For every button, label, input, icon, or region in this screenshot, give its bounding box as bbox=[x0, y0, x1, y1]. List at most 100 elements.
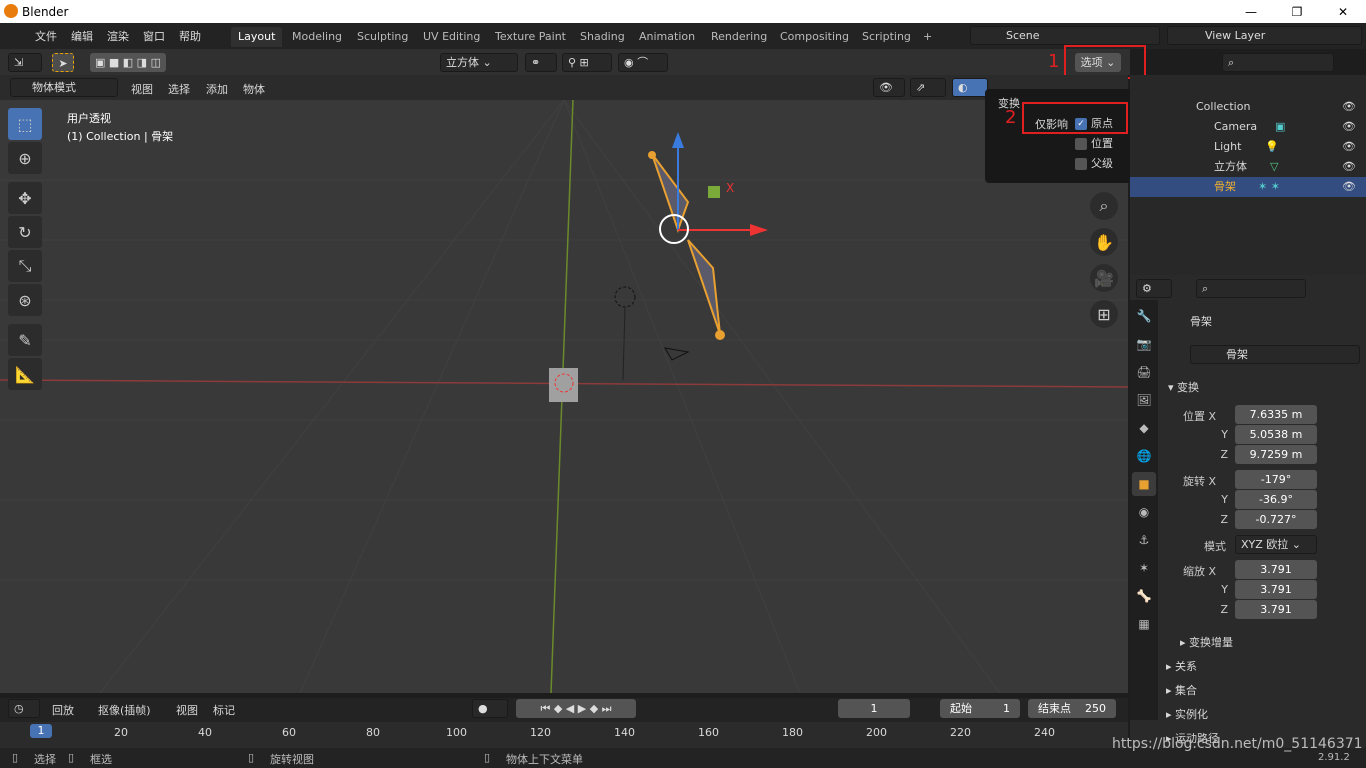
relations-header[interactable]: ▸ 关系 bbox=[1166, 658, 1197, 674]
instancing-header[interactable]: ▸ 实例化 bbox=[1166, 706, 1208, 722]
timeline-view-menu[interactable]: 视图 bbox=[176, 702, 198, 718]
tab-animation[interactable]: Animation bbox=[632, 27, 702, 47]
proportional-edit-icon[interactable]: ◉ ⌒ bbox=[618, 53, 668, 72]
outliner-item-camera[interactable]: Camera ▣ 👁 bbox=[1130, 117, 1366, 137]
close-icon[interactable]: ✕ bbox=[1320, 0, 1366, 23]
camera-view-icon[interactable]: 🎥 bbox=[1090, 264, 1118, 292]
playback-menu[interactable]: 回放 bbox=[52, 702, 74, 718]
tick-label: 120 bbox=[530, 726, 551, 739]
outliner-item-light[interactable]: Light 💡 👁 bbox=[1130, 137, 1366, 157]
location-checkbox[interactable]: 位置 bbox=[1075, 135, 1113, 151]
eye-icon[interactable]: 👁 bbox=[1342, 137, 1356, 157]
menu-view[interactable]: 视图 bbox=[131, 81, 153, 97]
collections-header[interactable]: ▸ 集合 bbox=[1166, 682, 1197, 698]
gizmo-icon[interactable]: ⇗ bbox=[910, 78, 946, 97]
object-datablock[interactable]: 骨架 bbox=[1190, 345, 1360, 364]
tab-modeling[interactable]: Modeling bbox=[285, 27, 349, 47]
tab-uv-editing[interactable]: UV Editing bbox=[416, 27, 487, 47]
timeline-editor-icon[interactable]: ◷ bbox=[8, 699, 40, 718]
pan-icon[interactable]: ✋ bbox=[1090, 228, 1118, 256]
select-mode-icons[interactable]: ▣ ■ ◧ ◨ ◫ bbox=[90, 53, 166, 72]
outliner-collection[interactable]: Collection 👁 bbox=[1130, 97, 1366, 117]
transform-pivot-icon[interactable]: ⇲ bbox=[8, 53, 42, 72]
start-frame-field[interactable]: 起始 1 bbox=[940, 699, 1020, 718]
snap-icon[interactable]: ⚲ ⊞ bbox=[562, 53, 612, 72]
menu-edit[interactable]: 编辑 bbox=[64, 28, 100, 44]
menu-select[interactable]: 选择 bbox=[168, 81, 190, 97]
outliner-item-cube[interactable]: 立方体 ▽ 👁 bbox=[1130, 157, 1366, 177]
delta-transform-header[interactable]: ▸ 变换增量 bbox=[1180, 634, 1233, 650]
end-frame-field[interactable]: 结束点 250 bbox=[1028, 699, 1116, 718]
tab-layout[interactable]: Layout bbox=[231, 27, 283, 47]
transform-panel-header[interactable]: ▾ 变换 bbox=[1168, 379, 1199, 395]
menu-help[interactable]: 帮助 bbox=[172, 28, 208, 44]
marker-menu[interactable]: 标记 bbox=[213, 702, 235, 718]
tab-rendering[interactable]: Rendering bbox=[704, 27, 774, 47]
annotation-2: 2 bbox=[1005, 107, 1017, 128]
record-icon[interactable]: ● bbox=[472, 699, 508, 718]
select-tool-icon[interactable]: ➤ bbox=[52, 53, 74, 72]
eye-icon[interactable]: 👁 bbox=[1342, 157, 1356, 177]
scale-x-field[interactable]: 3.791 bbox=[1235, 560, 1317, 579]
rotation-x-field[interactable]: -179° bbox=[1235, 470, 1317, 489]
scale-y-field[interactable]: 3.791 bbox=[1235, 580, 1317, 599]
add-workspace-icon[interactable]: + bbox=[916, 27, 939, 47]
render-tab-icon[interactable]: 📷 bbox=[1132, 332, 1156, 356]
parent-checkbox[interactable]: 父级 bbox=[1075, 155, 1113, 171]
rotate-icon[interactable]: ↻ bbox=[8, 216, 42, 248]
tab-sculpting[interactable]: Sculpting bbox=[350, 27, 415, 47]
maximize-icon[interactable]: ❐ bbox=[1274, 0, 1320, 23]
current-frame-field[interactable]: 1 bbox=[838, 699, 910, 718]
tool-tab-icon[interactable]: 🔧 bbox=[1132, 304, 1156, 328]
tab-compositing[interactable]: Compositing bbox=[773, 27, 856, 47]
orientation-dropdown[interactable]: 立方体 ⌄ bbox=[440, 53, 518, 72]
view-layer-selector[interactable]: View Layer bbox=[1167, 26, 1362, 45]
transform-icon[interactable]: ⊛ bbox=[8, 284, 42, 316]
cursor-icon[interactable]: ⊕ bbox=[8, 142, 42, 174]
select-box-icon[interactable]: ⬚ bbox=[8, 108, 42, 140]
rotation-mode-dropdown[interactable]: XYZ 欧拉 ⌄ bbox=[1235, 535, 1317, 554]
outliner-search[interactable]: ⌕ bbox=[1222, 53, 1334, 72]
scale-y-label: Y bbox=[1221, 583, 1228, 596]
menu-add[interactable]: 添加 bbox=[206, 81, 228, 97]
frame-ruler[interactable]: 1 20 40 60 80 100 120 140 160 180 200 22… bbox=[0, 722, 1128, 748]
location-x-field[interactable]: 7.6335 m bbox=[1235, 405, 1317, 424]
eye-icon[interactable]: 👁 bbox=[1342, 117, 1356, 137]
visibility-icon[interactable]: 👁 bbox=[873, 78, 905, 97]
tab-texture-paint[interactable]: Texture Paint bbox=[488, 27, 573, 47]
menu-file[interactable]: 文件 bbox=[28, 28, 64, 44]
loc-z-label: Z bbox=[1220, 448, 1228, 461]
3d-viewport[interactable]: X 用户透视 (1) Collection | 骨架 ⌕ ✋ 🎥 ⊞ bbox=[0, 100, 1128, 693]
playback-controls[interactable]: ⏮ ◆ ◀ ▶ ◆ ⏭ bbox=[516, 699, 636, 718]
menu-object[interactable]: 物体 bbox=[243, 81, 265, 97]
editor-type-icon[interactable]: ⚙ bbox=[1136, 279, 1172, 298]
tab-scripting[interactable]: Scripting bbox=[855, 27, 918, 47]
current-frame-marker[interactable]: 1 bbox=[30, 724, 52, 738]
menu-render[interactable]: 渲染 bbox=[100, 28, 136, 44]
eye-icon[interactable]: 👁 bbox=[1342, 97, 1356, 117]
outliner-item-armature[interactable]: 骨架 ✶ ✶ 👁 bbox=[1130, 177, 1366, 197]
overlay-icon[interactable]: ◐ bbox=[952, 78, 988, 97]
properties-search[interactable]: ⌕ bbox=[1196, 279, 1306, 298]
rotation-z-field[interactable]: -0.727° bbox=[1235, 510, 1317, 529]
tab-shading[interactable]: Shading bbox=[573, 27, 632, 47]
pivot-icon[interactable]: ⚭ bbox=[525, 53, 557, 72]
annotate-icon[interactable]: ✎ bbox=[8, 324, 42, 356]
zoom-icon[interactable]: ⌕ bbox=[1090, 192, 1118, 220]
scale-icon[interactable]: ⤡ bbox=[8, 250, 42, 282]
measure-icon[interactable]: 📐 bbox=[8, 358, 42, 390]
rotation-y-field[interactable]: -36.9° bbox=[1235, 490, 1317, 509]
move-icon[interactable]: ✥ bbox=[8, 182, 42, 214]
location-y-field[interactable]: 5.0538 m bbox=[1235, 425, 1317, 444]
scene-selector[interactable]: Scene bbox=[970, 26, 1160, 45]
output-tab-icon[interactable]: 🖨 bbox=[1132, 360, 1156, 384]
ortho-icon[interactable]: ⊞ bbox=[1090, 300, 1118, 328]
mode-dropdown[interactable]: 物体模式 bbox=[10, 78, 118, 97]
menu-window[interactable]: 窗口 bbox=[136, 28, 172, 44]
minimize-icon[interactable]: — bbox=[1228, 0, 1274, 23]
scale-z-field[interactable]: 3.791 bbox=[1235, 600, 1317, 619]
location-z-field[interactable]: 9.7259 m bbox=[1235, 445, 1317, 464]
eye-icon[interactable]: 👁 bbox=[1342, 177, 1356, 197]
tick-label: 240 bbox=[1034, 726, 1055, 739]
keying-menu[interactable]: 抠像(插帧) bbox=[98, 702, 151, 718]
